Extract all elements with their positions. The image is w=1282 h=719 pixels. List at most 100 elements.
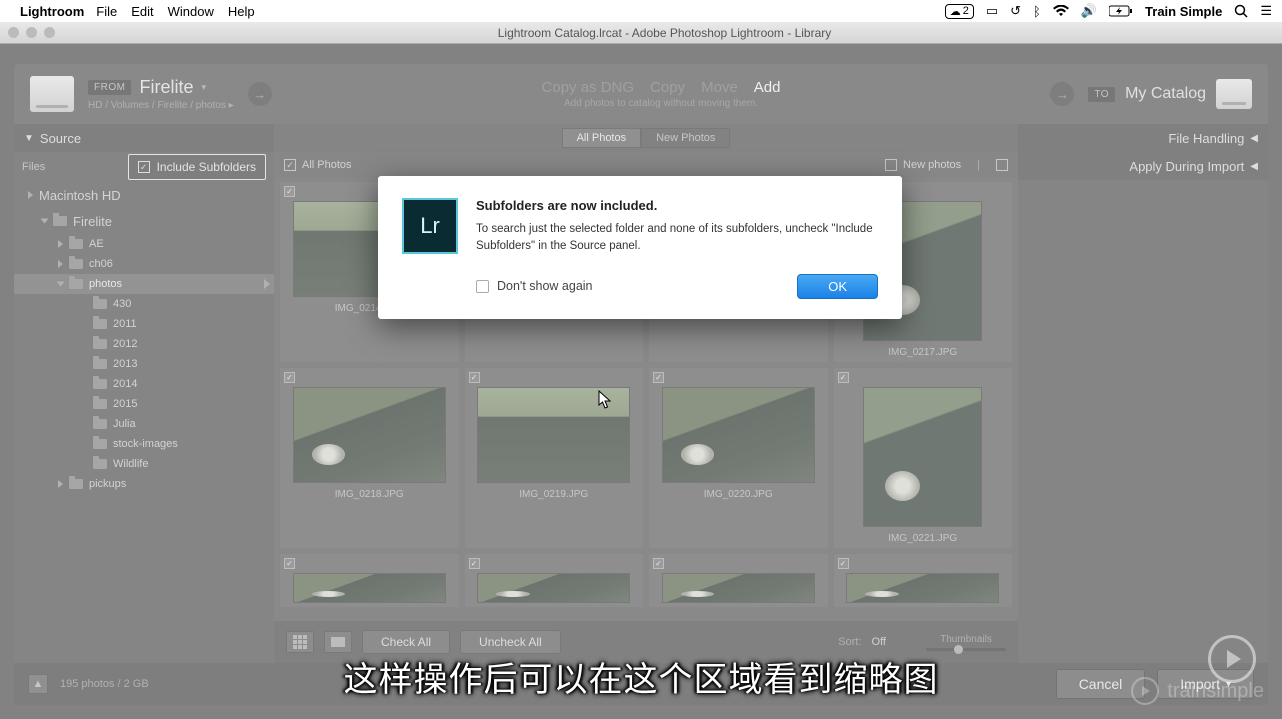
user-name[interactable]: Train Simple: [1145, 4, 1222, 19]
tree-item-label: 2012: [113, 338, 137, 350]
dont-show-again-checkbox[interactable]: Don't show again: [476, 279, 593, 293]
seg-new-photos[interactable]: New Photos: [641, 128, 730, 148]
filter-new-checkbox[interactable]: [885, 159, 897, 171]
disclosure-triangle-icon[interactable]: [58, 260, 63, 268]
tree-item-label: Macintosh HD: [39, 188, 121, 203]
action-copy-dng[interactable]: Copy as DNG: [542, 79, 635, 96]
arrow-right-icon[interactable]: →: [1050, 82, 1074, 106]
notification-center-icon[interactable]: ☰: [1260, 3, 1272, 19]
chevron-down-icon[interactable]: ▾: [201, 82, 206, 93]
sort-value[interactable]: Off: [872, 636, 886, 648]
tree-item[interactable]: Macintosh HD: [14, 182, 274, 208]
folder-icon: [69, 479, 83, 489]
thumbnail-cell[interactable]: ✓IMG_0219.JPG: [465, 368, 644, 548]
apply-during-import-header[interactable]: Apply During Import◀: [1018, 152, 1268, 180]
thumbnail-checkbox[interactable]: ✓: [284, 372, 295, 383]
disclosure-triangle-icon[interactable]: [58, 480, 63, 488]
arrow-right-icon[interactable]: →: [248, 82, 272, 106]
tree-item[interactable]: 430: [14, 294, 274, 314]
disclosure-triangle-icon[interactable]: [58, 240, 63, 248]
tree-item[interactable]: 2013: [14, 354, 274, 374]
thumbnails-label: Thumbnails: [940, 634, 992, 645]
thumbnail-checkbox[interactable]: ✓: [838, 558, 849, 569]
timemachine-icon[interactable]: ↺: [1010, 3, 1021, 19]
disclosure-triangle-icon[interactable]: [28, 191, 33, 199]
thumbnail-cell[interactable]: ✓IMG_0220.JPG: [649, 368, 828, 548]
folder-icon: [93, 399, 107, 409]
action-move[interactable]: Move: [701, 79, 738, 96]
traffic-lights[interactable]: [8, 27, 55, 38]
thumbnail-size-slider[interactable]: [926, 648, 1006, 651]
include-subfolders-checkbox[interactable]: ✓ Include Subfolders: [128, 154, 266, 180]
tree-item[interactable]: stock-images: [14, 434, 274, 454]
source-panel-header[interactable]: ▼Source: [14, 124, 274, 152]
seg-all-photos[interactable]: All Photos: [562, 128, 642, 148]
tree-item[interactable]: 2015: [14, 394, 274, 414]
tree-item[interactable]: 2011: [14, 314, 274, 334]
menu-file[interactable]: File: [96, 4, 117, 19]
tree-item-label: AE: [89, 238, 104, 250]
tree-item[interactable]: AE: [14, 234, 274, 254]
thumbnail-checkbox[interactable]: ✓: [653, 558, 664, 569]
action-copy[interactable]: Copy: [650, 79, 685, 96]
info-dialog: Lr Subfolders are now included. To searc…: [378, 176, 902, 319]
thumbnail-cell[interactable]: ✓: [465, 554, 644, 607]
thumbnail-cell[interactable]: ✓: [834, 554, 1013, 607]
tree-item[interactable]: pickups: [14, 474, 274, 494]
tree-item[interactable]: photos: [14, 274, 274, 294]
menu-edit[interactable]: Edit: [131, 4, 153, 19]
thumbnail-checkbox[interactable]: ✓: [284, 186, 295, 197]
grid-view-button[interactable]: [286, 631, 314, 653]
file-handling-header[interactable]: File Handling◀: [1018, 124, 1268, 152]
source-name[interactable]: Firelite: [139, 77, 193, 98]
thumbnail-cell[interactable]: ✓: [649, 554, 828, 607]
tree-item-label: Firelite: [73, 214, 112, 229]
thumbnail-cell[interactable]: ✓IMG_0218.JPG: [280, 368, 459, 548]
bluetooth-icon[interactable]: ᛒ: [1033, 4, 1041, 19]
destination-name[interactable]: My Catalog: [1125, 85, 1206, 103]
thumbnail-image: [293, 573, 446, 603]
uncheck-all-button[interactable]: Uncheck All: [460, 630, 561, 654]
menu-window[interactable]: Window: [168, 4, 214, 19]
folder-tree: Macintosh HD Firelite AE ch06photos 430 2011 2…: [14, 182, 274, 663]
thumbnail-checkbox[interactable]: ✓: [653, 372, 664, 383]
disclosure-triangle-icon[interactable]: [41, 219, 49, 224]
window-titlebar: Lightroom Catalog.lrcat - Adobe Photosho…: [0, 22, 1282, 44]
tree-item-label: 430: [113, 298, 131, 310]
tree-item[interactable]: 2014: [14, 374, 274, 394]
thumbnail-checkbox[interactable]: ✓: [469, 558, 480, 569]
volume-icon[interactable]: 🔊: [1081, 3, 1097, 19]
disclosure-triangle-icon[interactable]: [57, 282, 65, 287]
tree-item[interactable]: ch06: [14, 254, 274, 274]
thumbnail-checkbox[interactable]: ✓: [284, 558, 295, 569]
action-add[interactable]: Add: [754, 79, 781, 96]
check-all-button[interactable]: Check All: [362, 630, 450, 654]
app-name[interactable]: Lightroom: [20, 4, 84, 19]
thumbnail-image: [293, 387, 446, 483]
tree-item-label: 2014: [113, 378, 137, 390]
filter-dest-checkbox[interactable]: [996, 159, 1008, 171]
thumbnail-checkbox[interactable]: ✓: [469, 372, 480, 383]
menu-help[interactable]: Help: [228, 4, 255, 19]
tree-item[interactable]: 2012: [14, 334, 274, 354]
thumbnail-cell[interactable]: ✓IMG_0221.JPG: [834, 368, 1013, 548]
spotlight-icon[interactable]: [1234, 4, 1248, 18]
thumbnail-checkbox[interactable]: ✓: [838, 372, 849, 383]
tree-item[interactable]: Firelite: [14, 208, 274, 234]
include-subfolders-label: Include Subfolders: [157, 160, 256, 174]
loupe-view-button[interactable]: [324, 631, 352, 653]
tree-item[interactable]: Julia: [14, 414, 274, 434]
airplay-icon[interactable]: ▭: [986, 3, 998, 19]
creative-cloud-icon[interactable]: ☁ 2: [945, 4, 974, 19]
wifi-icon[interactable]: [1053, 5, 1069, 17]
filter-all-checkbox[interactable]: [284, 159, 296, 171]
tree-item-label: 2011: [113, 318, 137, 330]
ok-button[interactable]: OK: [797, 274, 878, 299]
dialog-body: To search just the selected folder and n…: [476, 221, 878, 256]
tree-item[interactable]: Wildlife: [14, 454, 274, 474]
battery-icon[interactable]: [1109, 5, 1133, 17]
thumbnail-cell[interactable]: ✓: [280, 554, 459, 607]
file-handling-title: File Handling: [1168, 131, 1244, 146]
tree-item-label: stock-images: [113, 438, 178, 450]
source-panel-title: Source: [40, 131, 81, 146]
